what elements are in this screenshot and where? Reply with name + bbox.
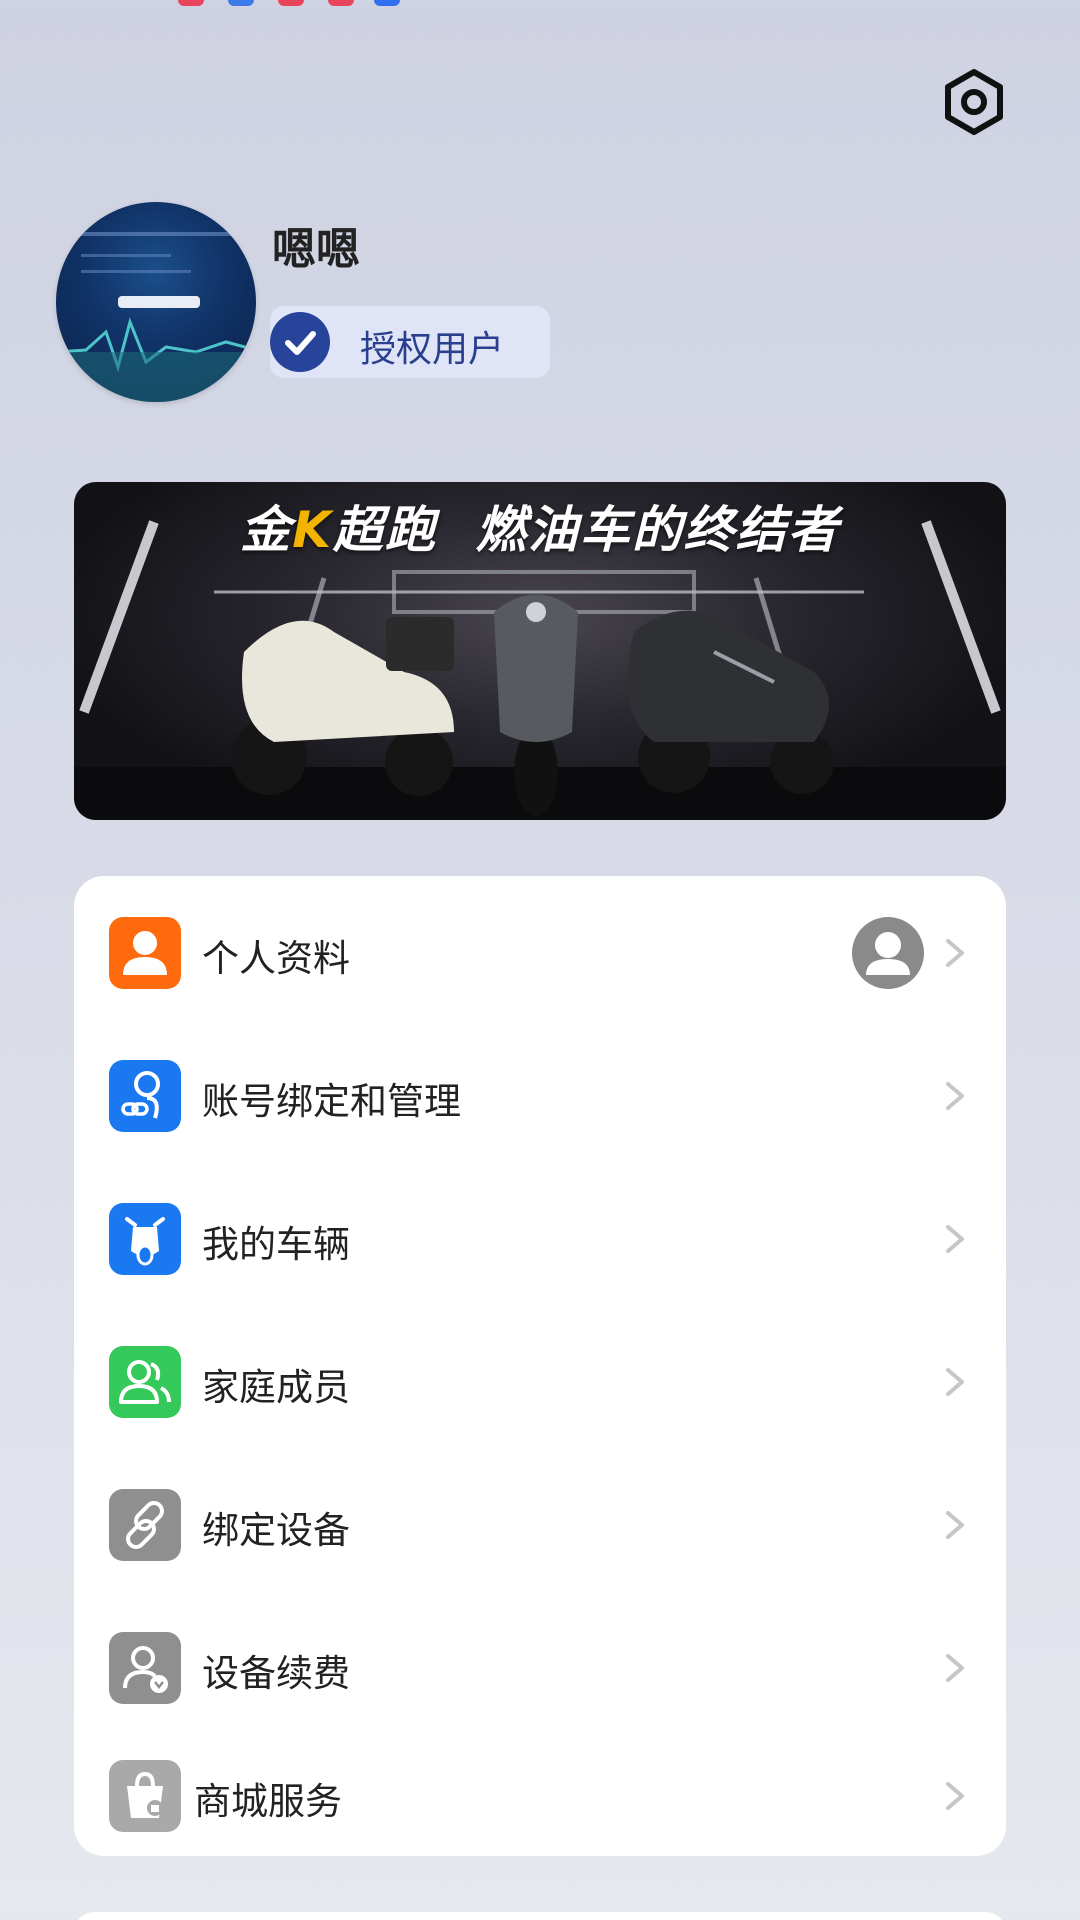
menu-item-bind-device[interactable]: 绑定设备 — [74, 1460, 1006, 1590]
next-card — [74, 1912, 1006, 1920]
menu-item-device-renewal[interactable]: 设备续费 — [74, 1603, 1006, 1733]
default-avatar-icon — [852, 917, 924, 989]
settings-button[interactable] — [938, 66, 1010, 138]
renew-icon — [109, 1632, 181, 1704]
notification-icon — [374, 0, 400, 6]
menu-item-my-vehicle[interactable]: 我的车辆 — [74, 1174, 1006, 1304]
menu-item-label: 家庭成员 — [202, 1366, 350, 1409]
menu-item-profile[interactable]: 个人资料 — [74, 888, 1006, 1018]
banner-title: 金K超跑 燃油车的终结者 — [74, 490, 1006, 562]
chevron-right-icon — [946, 939, 964, 967]
menu-item-label: 我的车辆 — [202, 1223, 350, 1266]
menu-item-label: 账号绑定和管理 — [202, 1080, 461, 1123]
avatar[interactable] — [56, 202, 256, 402]
notification-icon — [278, 0, 304, 6]
promo-banner[interactable]: 金K超跑 燃油车的终结者 — [74, 482, 1006, 820]
status-bar — [0, 0, 1080, 10]
banner-title-part: 金 — [240, 501, 293, 559]
check-circle-icon — [270, 312, 330, 372]
notification-icon — [228, 0, 254, 6]
menu-item-label: 商城服务 — [194, 1780, 342, 1823]
menu-item-label: 个人资料 — [202, 937, 350, 980]
chevron-right-icon — [946, 1511, 964, 1539]
notification-icon — [178, 0, 204, 6]
chevron-right-icon — [946, 1225, 964, 1253]
menu-item-family-members[interactable]: 家庭成员 — [74, 1317, 1006, 1447]
authorized-user-badge: 授权用户 — [270, 306, 550, 378]
settings-hex-icon — [945, 69, 1003, 135]
menu-item-mall-service[interactable]: 商城服务 — [74, 1731, 1006, 1861]
chevron-right-icon — [946, 1082, 964, 1110]
link-icon — [109, 1489, 181, 1561]
avatar-image — [56, 232, 256, 402]
shopping-bag-icon — [109, 1760, 181, 1832]
menu-card: 个人资料 账号绑定和管理 我的车辆 家庭成员 绑定设备 设备续费 商城服务 — [74, 876, 1006, 1856]
account-link-icon — [109, 1060, 181, 1132]
banner-title-part: 超跑 燃油车的终结者 — [332, 501, 840, 559]
chevron-right-icon — [946, 1782, 964, 1810]
family-icon — [109, 1346, 181, 1418]
person-icon — [109, 917, 181, 989]
menu-item-label: 绑定设备 — [202, 1509, 350, 1552]
chevron-right-icon — [946, 1368, 964, 1396]
menu-item-label: 设备续费 — [202, 1652, 350, 1695]
chevron-right-icon — [946, 1654, 964, 1682]
banner-title-k: K — [292, 501, 333, 559]
username: 嗯嗯 — [272, 224, 360, 275]
scooter-icon — [109, 1203, 181, 1275]
notification-icon — [328, 0, 354, 6]
menu-item-account-binding[interactable]: 账号绑定和管理 — [74, 1031, 1006, 1161]
badge-label: 授权用户 — [360, 329, 505, 370]
